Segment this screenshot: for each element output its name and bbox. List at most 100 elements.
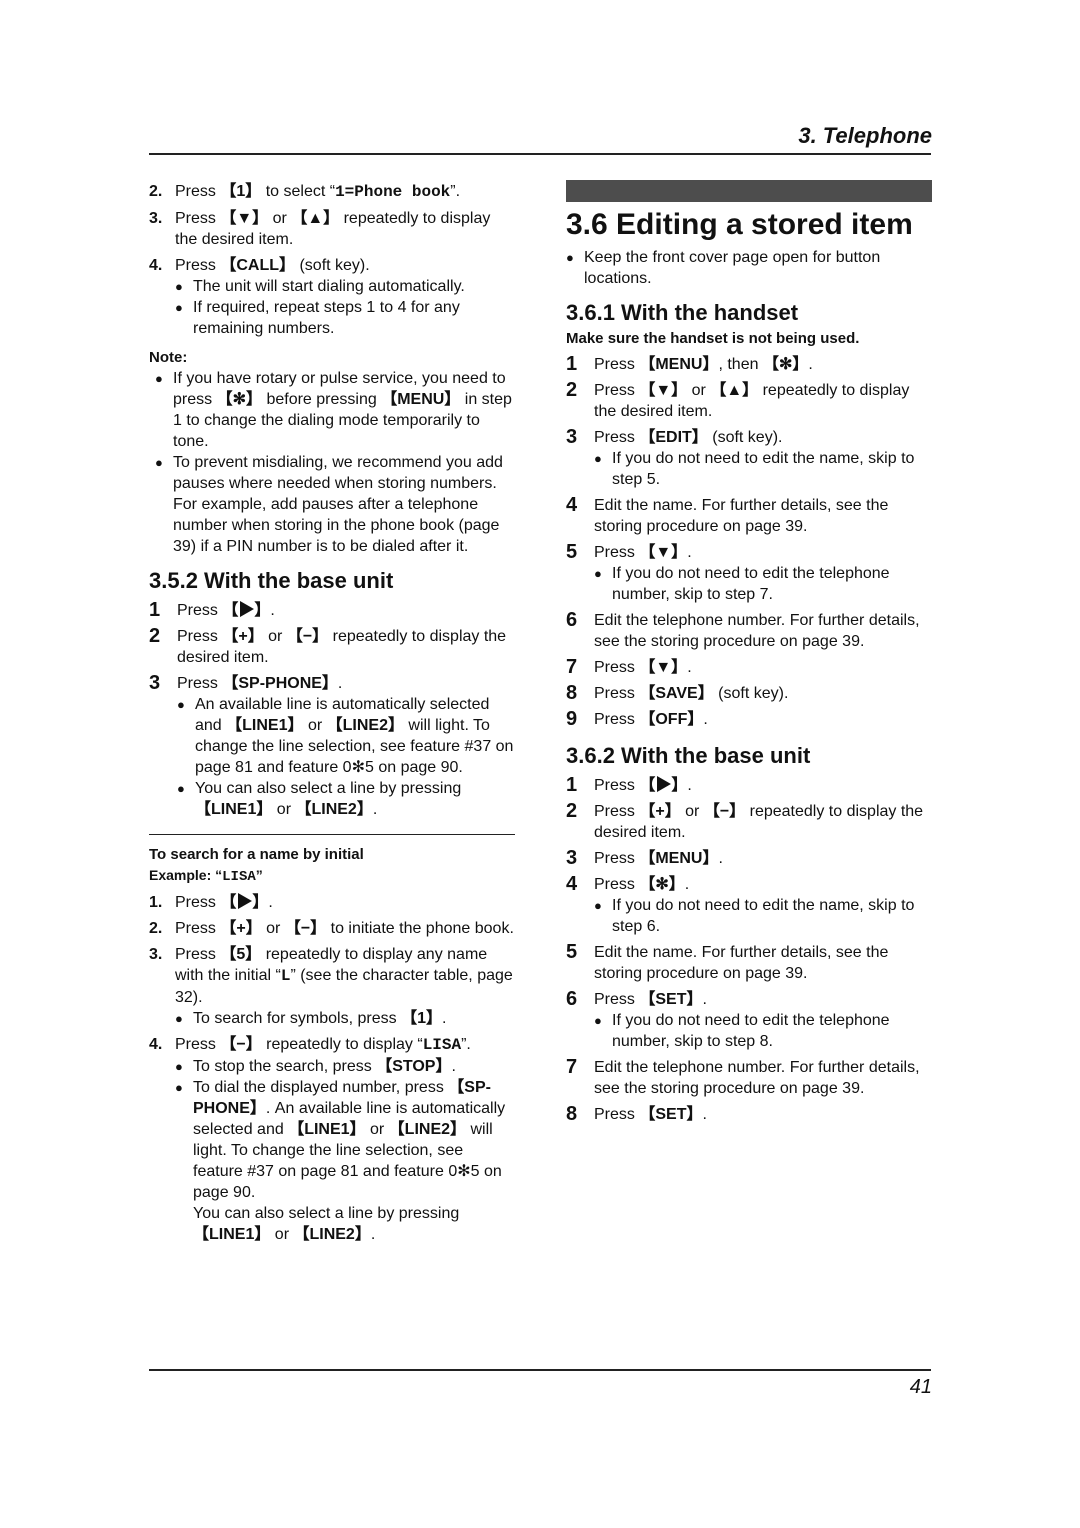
step-extra-text: You can also select a line by pressing 【…	[193, 1205, 460, 1243]
step-number: 2.	[149, 920, 163, 937]
step-number: 7	[566, 656, 578, 678]
step-text: Press 【1】 to select “1=Phone book”.	[175, 183, 461, 201]
page-number: 41	[909, 1376, 932, 1398]
step-number: 1	[566, 353, 578, 375]
bullet-item: ● You can also select a line by pressing …	[177, 780, 462, 818]
step-text: Press 【EDIT】 (soft key).	[594, 429, 783, 446]
bullet-item: ● If you do not need to edit the name, sk…	[594, 450, 915, 488]
key-label: 【▼】	[220, 210, 269, 227]
step-number: 1	[566, 774, 578, 796]
key-label: 【MENU】	[639, 850, 719, 867]
step-number: 7	[566, 1056, 578, 1078]
list-item: 7 Edit the telephone number. For further …	[566, 1057, 932, 1099]
key-label: 【▼】	[639, 659, 688, 676]
step-text: Press 【CALL】 (soft key).	[175, 257, 370, 274]
key-label: 【MENU】	[381, 391, 461, 408]
key-label: 【CALL】	[220, 257, 296, 274]
step-text: Press 【▼】.	[594, 659, 692, 676]
right-column: 3.6 Editing a stored item ● Keep the fron…	[566, 176, 932, 1125]
bullet-item: ● If you do not need to edit the name, sk…	[594, 897, 915, 935]
step-number: 8	[566, 682, 578, 704]
key-label: 【SP-PHONE】	[193, 1079, 491, 1117]
bullet-icon: ●	[175, 1059, 183, 1074]
display-text: LISA	[222, 869, 256, 885]
step-number: 1.	[149, 894, 163, 911]
step-number: 2.	[149, 183, 163, 200]
key-label: 【LINE2】	[388, 1121, 467, 1138]
section-heading-352: 3.5.2 With the base unit	[149, 568, 394, 593]
bullet-item: ● Keep the front cover page open for butt…	[566, 249, 881, 287]
key-label: 【LINE2】	[295, 801, 373, 818]
list-item: 7 Press 【▼】.	[566, 657, 932, 678]
bullet-icon: ●	[594, 1013, 602, 1028]
chapter-title: 3. Telephone	[798, 123, 932, 148]
step-number: 3	[566, 847, 578, 869]
key-label: 【▶】	[639, 777, 688, 794]
key-label: 【SET】	[639, 1106, 703, 1123]
list-item: 3 Press 【EDIT】 (soft key). ● If you do not …	[566, 427, 932, 490]
key-label: 【✻】	[762, 356, 809, 373]
key-label: 【−】	[220, 1036, 262, 1053]
bullet-icon: ●	[175, 1080, 183, 1095]
key-label: 【▼】	[639, 544, 688, 561]
step-text: Press 【+】 or 【−】 to initiate the phone b…	[175, 920, 514, 937]
list-item: 2 Press 【+】 or 【−】 repeatedly to display …	[566, 801, 932, 843]
step-text: Press 【MENU】, then 【✻】.	[594, 356, 813, 373]
section-heading-361: 3.6.1 With the handset	[566, 300, 799, 325]
key-label: 【▲】	[291, 210, 340, 227]
list-item: 2 Press 【+】 or 【−】 repeatedly to display…	[149, 626, 515, 668]
section-heading-362: 3.6.2 With the base unit	[566, 743, 811, 768]
key-label: 【▲】	[710, 382, 759, 399]
step-text: Press 【✻】.	[594, 876, 690, 893]
bullet-icon: ●	[566, 250, 574, 265]
step-number: 5	[566, 541, 578, 563]
display-text: LISA	[422, 1036, 462, 1054]
list-item: 5 Press 【▼】. ● If you do not need to edit t…	[566, 542, 932, 605]
key-label: 【+】	[220, 920, 262, 937]
bullet-item: ● If required, repeat steps 1 to 4 for an…	[175, 299, 460, 337]
bullet-icon: ●	[177, 697, 185, 712]
bullet-icon: ●	[594, 566, 602, 581]
key-label: 【✻】	[639, 876, 685, 893]
note-title: Note:	[149, 349, 188, 366]
key-label: 【+】	[222, 628, 264, 645]
key-label: 【▼】	[639, 382, 688, 399]
step-number: 3	[149, 672, 161, 694]
list-item: 4. Press 【−】 repeatedly to display “LISA…	[149, 1034, 515, 1245]
list-item: 6 Edit the telephone number. For further …	[566, 610, 932, 652]
step-number: 2	[149, 625, 161, 647]
key-label: 【SET】	[639, 991, 703, 1008]
step-text: Press 【▶】.	[594, 777, 692, 794]
key-label: 【1】	[401, 1010, 442, 1027]
step-number: 6	[566, 609, 578, 631]
bullet-icon: ●	[594, 451, 602, 466]
step-number: 2	[566, 800, 578, 822]
step-number: 6	[566, 988, 578, 1010]
step-text: Press 【▼】 or 【▲】 repeatedly to display t…	[175, 210, 491, 248]
key-label: 【LINE1】	[195, 801, 273, 818]
list-item: 3. Press 【▼】 or 【▲】 repeatedly to displa…	[149, 208, 515, 250]
bullet-item: ● The unit will start dialing automatical…	[175, 278, 465, 295]
list-item: 6 Press 【SET】. ● If you do not need to edit…	[566, 989, 932, 1052]
bullet-icon: ●	[175, 1011, 183, 1026]
bullet-item: ● To stop the search, press 【STOP】.	[175, 1058, 456, 1075]
search-example: Example: “LISA”	[149, 867, 263, 885]
list-item: 2. Press 【1】 to select “1=Phone book”.	[149, 181, 515, 203]
key-label: 【LINE1】	[226, 717, 304, 734]
step-text: Press 【▶】.	[177, 602, 275, 619]
key-label: 【−】	[284, 920, 327, 937]
step-text: Edit the telephone number. For further d…	[594, 612, 920, 650]
bullet-item: ● To dial the displayed number, press 【SP…	[175, 1079, 506, 1201]
key-label: 【LINE2】	[293, 1226, 371, 1243]
key-label: 【LINE2】	[326, 717, 404, 734]
step-number: 4	[566, 494, 578, 516]
footer-rule	[149, 1369, 931, 1371]
list-item: 4. Press 【CALL】 (soft key). ● The unit wi…	[149, 255, 515, 339]
key-label: 【LINE1】	[193, 1226, 271, 1243]
search-title: To search for a name by initial	[149, 846, 364, 863]
list-item: 4 Press 【✻】. ● If you do not need to edit t…	[566, 874, 932, 937]
step-text: Edit the name. For further details, see …	[594, 944, 889, 982]
key-label: 【EDIT】	[639, 429, 708, 446]
bullet-icon: ●	[175, 279, 183, 294]
key-label: 【STOP】	[376, 1058, 452, 1075]
